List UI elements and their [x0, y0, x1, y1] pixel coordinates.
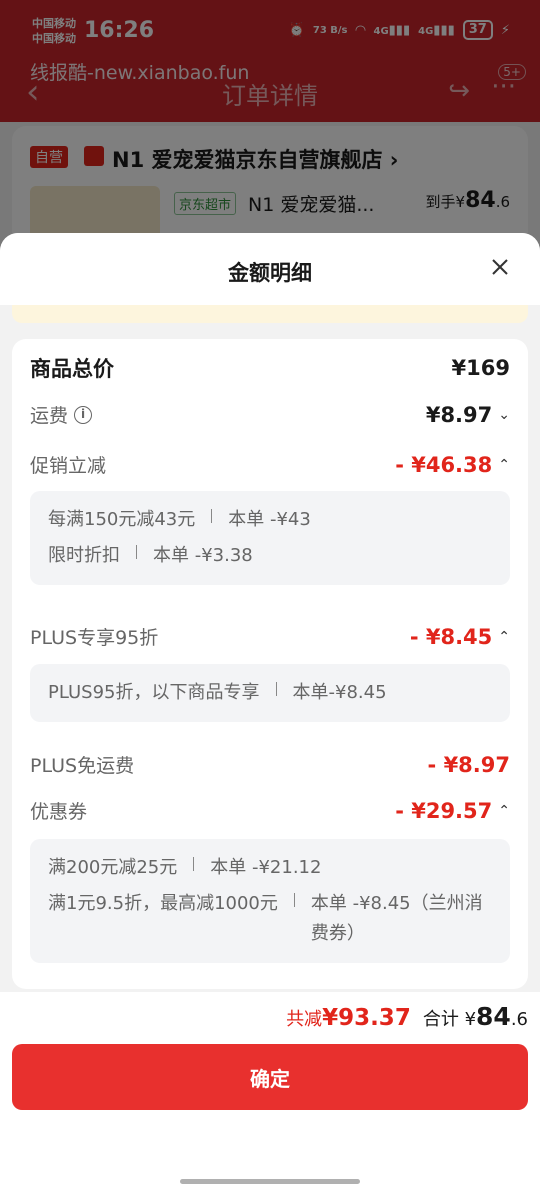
chevron-up-icon[interactable]: ⌃ [498, 457, 510, 473]
shipping-value: ¥8.97 [425, 402, 493, 427]
shipping-value-group: ¥8.97 ⌄ [426, 403, 510, 427]
plus-shipping-row: PLUS免运费 - ¥8.97 [30, 751, 510, 778]
promo-detail-desc: 每满150元减43元 [48, 509, 196, 530]
total-amount: 合计 ¥84.6 [423, 1002, 528, 1031]
shipping-label-group: 运费 i [30, 401, 93, 428]
saved-value: ¥93.37 [322, 1005, 411, 1031]
promo-value-group: - ¥46.38 ⌃ [395, 453, 510, 477]
divider [136, 545, 137, 559]
promo-detail-box: 每满150元减43元 本单 -¥43 限时折扣 本单 -¥3.38 [30, 491, 510, 585]
divider [211, 509, 213, 523]
plus-detail-box: PLUS95折，以下商品专享 本单-¥8.45 [30, 664, 510, 722]
total-decimal: .6 [510, 1009, 528, 1030]
chevron-up-icon[interactable]: ⌃ [498, 629, 510, 645]
plus-row[interactable]: PLUS专享95折 - ¥8.45 ⌃ [30, 623, 510, 650]
coupon-value: - ¥29.57 [395, 798, 493, 823]
plus-label: PLUS专享95折 [30, 627, 159, 649]
promo-label: 促销立减 [30, 455, 107, 477]
coupon-detail-desc: 满1元9.5折，最高减1000元 [48, 893, 278, 914]
confirm-button[interactable]: 确定 [12, 1044, 528, 1110]
plus-value: - ¥8.45 [409, 624, 493, 649]
total-currency: ¥ [464, 1009, 477, 1030]
amount-detail-card: 商品总价 ¥169 运费 i ¥8.97 ⌄ 促销立减 - ¥46.38 ⌃ 每… [12, 339, 528, 989]
promo-detail-amount: 本单 -¥43 [228, 509, 311, 530]
coupon-detail-line: 满1元9.5折，最高减1000元 本单 -¥8.45（兰州消费券） [48, 889, 492, 949]
promo-detail-desc: 限时折扣 [48, 545, 120, 566]
shipping-label: 运费 [30, 405, 69, 427]
promo-detail-line: 每满150元减43元 本单 -¥43 [48, 505, 492, 535]
goods-total-label: 商品总价 [30, 357, 114, 381]
sheet-header: 金额明细 [0, 233, 540, 305]
promo-value: - ¥46.38 [395, 452, 493, 477]
plus-value-group: - ¥8.45 ⌃ [410, 625, 510, 649]
notice-strip [12, 305, 528, 323]
chevron-down-icon[interactable]: ⌄ [498, 407, 510, 423]
coupon-row[interactable]: 优惠券 - ¥29.57 ⌃ [30, 797, 510, 824]
divider [293, 893, 295, 907]
plus-detail-amount: 本单-¥8.45 [292, 682, 387, 703]
saved-label: 共减 [286, 1009, 323, 1030]
divider [275, 682, 277, 696]
coupon-detail-amount: 本单 -¥8.45（兰州消费券） [310, 893, 483, 944]
plus-detail-desc: PLUS95折，以下商品专享 [48, 682, 260, 703]
shipping-row[interactable]: 运费 i ¥8.97 ⌄ [30, 401, 510, 428]
promo-detail-line: 限时折扣 本单 -¥3.38 [48, 541, 492, 571]
coupon-detail-box: 满200元减25元 本单 -¥21.12 满1元9.5折，最高减1000元 本单… [30, 839, 510, 963]
info-icon[interactable]: i [74, 405, 93, 424]
divider [193, 857, 195, 871]
coupon-detail-line: 满200元减25元 本单 -¥21.12 [48, 853, 492, 883]
promo-detail-amount: 本单 -¥3.38 [153, 545, 253, 566]
totals: 共减¥93.37 合计 ¥84.6 [286, 1002, 528, 1031]
chevron-up-icon[interactable]: ⌃ [498, 803, 510, 819]
goods-total-row: 商品总价 ¥169 [30, 353, 510, 383]
total-label: 合计 [422, 1009, 459, 1030]
saved-amount: 共减¥93.37 [286, 1005, 411, 1031]
sheet-footer: 共减¥93.37 合计 ¥84.6 确定 [0, 992, 540, 1198]
promo-row[interactable]: 促销立减 - ¥46.38 ⌃ [30, 451, 510, 478]
close-icon[interactable] [490, 257, 510, 277]
coupon-value-group: - ¥29.57 ⌃ [395, 799, 510, 823]
plus-shipping-value: - ¥8.97 [427, 752, 510, 777]
total-main: 84 [476, 1002, 511, 1031]
coupon-detail-amount: 本单 -¥21.12 [210, 857, 322, 878]
coupon-label: 优惠券 [30, 801, 88, 823]
plus-detail-line: PLUS95折，以下商品专享 本单-¥8.45 [48, 678, 492, 708]
home-indicator[interactable] [180, 1179, 360, 1184]
sheet-title: 金额明细 [228, 261, 312, 285]
plus-shipping-label: PLUS免运费 [30, 755, 135, 777]
goods-total-value: ¥169 [451, 356, 510, 380]
coupon-detail-desc: 满200元减25元 [48, 857, 178, 878]
